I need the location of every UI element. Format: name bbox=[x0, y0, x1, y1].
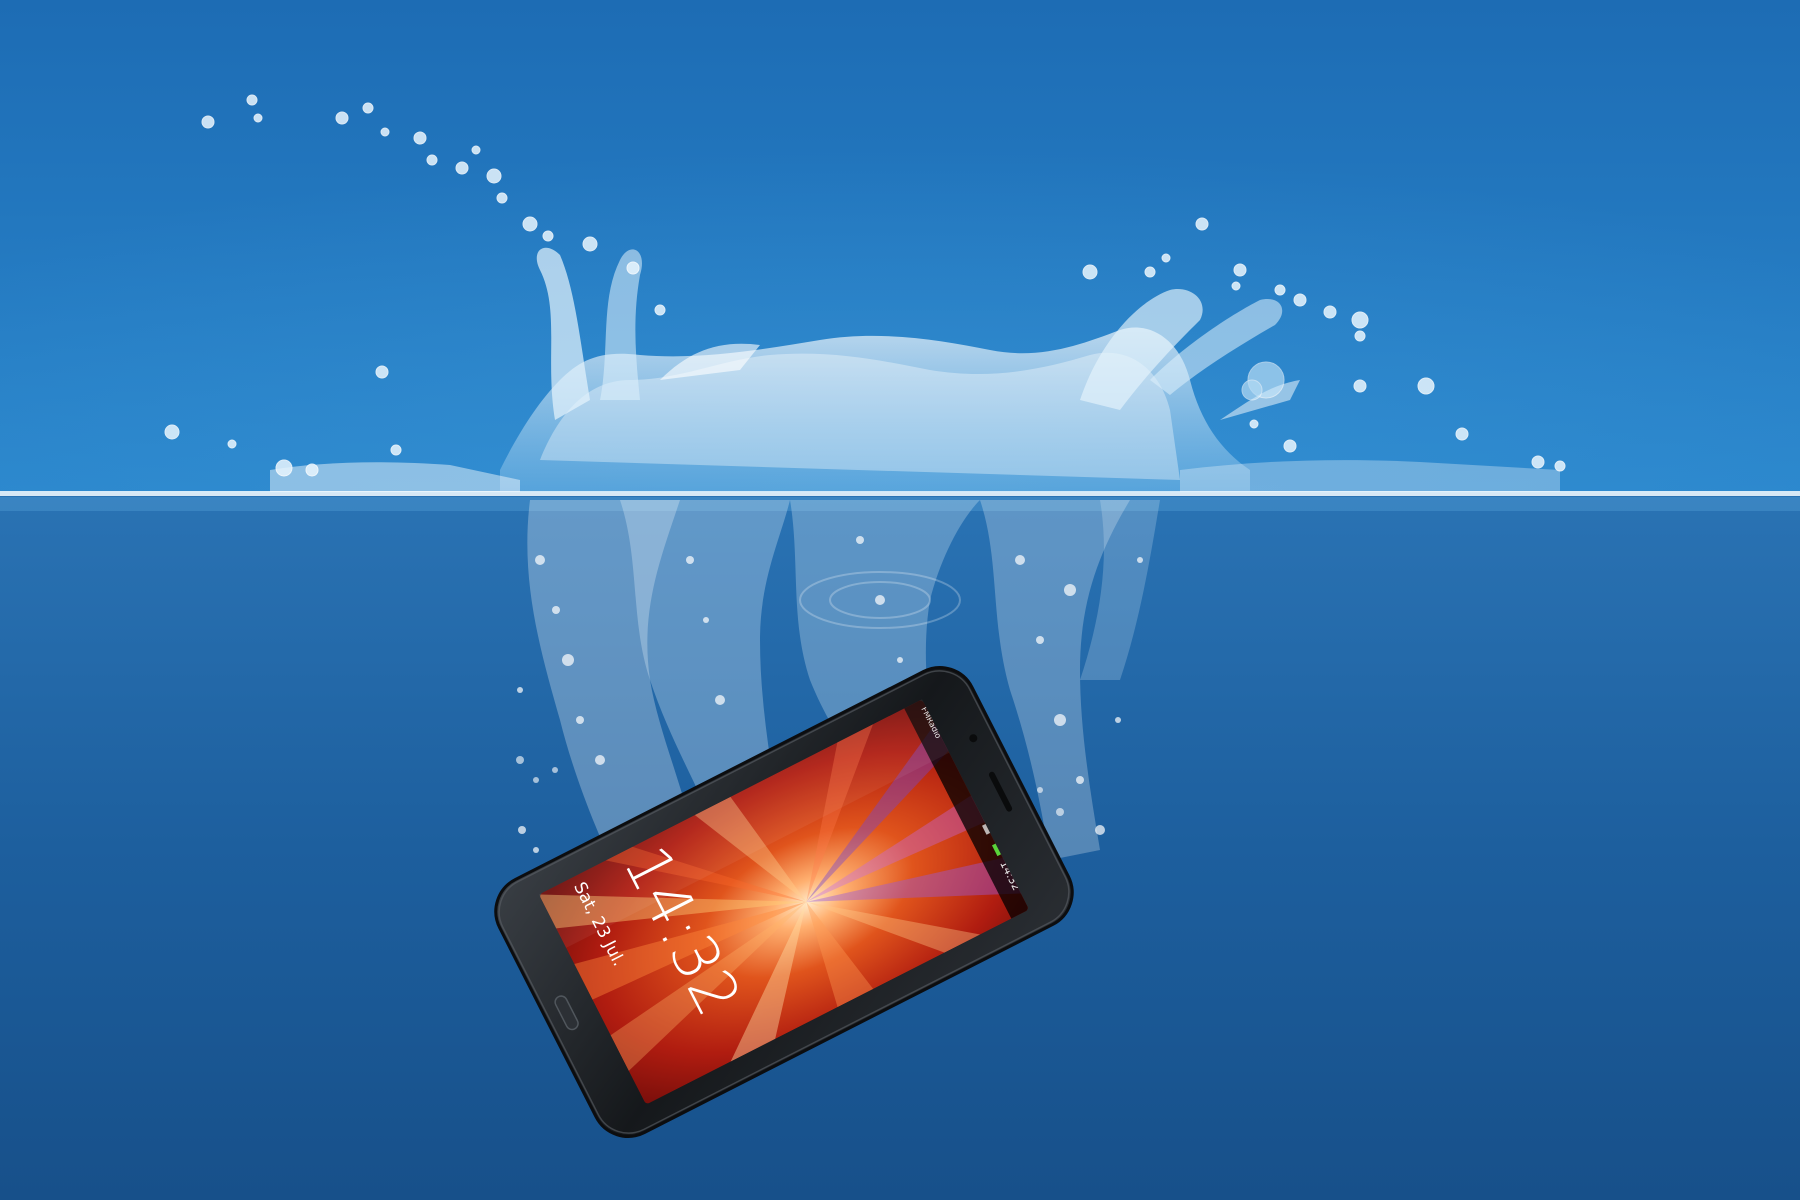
photo-scene: 14:32 FMRadio 14:32 Sat, 23 Jul. bbox=[0, 0, 1800, 1200]
